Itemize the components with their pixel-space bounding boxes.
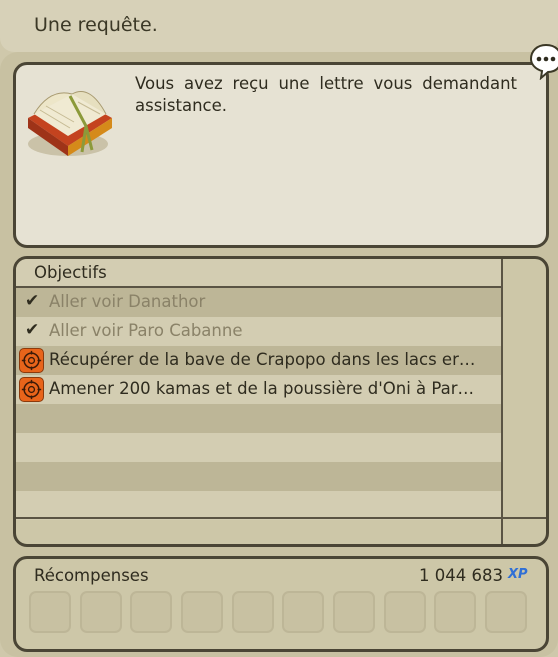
compass-quest-icon — [19, 377, 44, 402]
objective-row[interactable]: ✔ Aller voir Danathor — [16, 288, 501, 317]
objective-row-empty — [16, 491, 501, 520]
xp-icon: XP — [508, 567, 528, 582]
xp-reward-value: 1 044 683 — [419, 566, 503, 585]
reward-slot[interactable] — [181, 591, 223, 633]
compass-quest-icon — [19, 348, 44, 373]
reward-slot[interactable] — [333, 591, 375, 633]
objective-label: Amener 200 kamas et de la poussière d'On… — [49, 379, 474, 398]
reward-slot[interactable] — [80, 591, 122, 633]
book-icon — [28, 91, 112, 156]
reward-slot[interactable] — [384, 591, 426, 633]
speech-bubble-icon[interactable] — [529, 42, 558, 80]
check-icon: ✔ — [25, 291, 40, 311]
reward-slot[interactable] — [434, 591, 476, 633]
reward-slot[interactable] — [130, 591, 172, 633]
objective-row-empty — [16, 404, 501, 433]
objective-label: Aller voir Danathor — [49, 292, 206, 311]
reward-slot[interactable] — [282, 591, 324, 633]
objectives-header: Objectifs — [16, 259, 501, 288]
reward-slot[interactable] — [485, 591, 527, 633]
scrollbar-track[interactable] — [501, 259, 503, 544]
quest-title: Une requête. — [34, 14, 158, 36]
objective-row[interactable]: ✔ Aller voir Paro Cabanne — [16, 317, 501, 346]
objective-row-empty — [16, 462, 501, 491]
objective-row[interactable]: Amener 200 kamas et de la poussière d'On… — [16, 375, 501, 404]
check-icon: ✔ — [25, 320, 40, 340]
reward-slot[interactable] — [29, 591, 71, 633]
quest-header: Une requête. — [0, 0, 558, 52]
objectives-title: Objectifs — [34, 263, 107, 282]
quest-description: Vous avez reçu une lettre vous demandant… — [135, 74, 517, 115]
reward-slot[interactable] — [232, 591, 274, 633]
objective-row-empty — [16, 433, 501, 462]
objective-row[interactable]: Récupérer de la bave de Crapopo dans les… — [16, 346, 501, 375]
objectives-box: Objectifs ✔ Aller voir Danathor ✔ Aller … — [13, 256, 549, 547]
objective-label: Récupérer de la bave de Crapopo dans les… — [49, 350, 476, 369]
objectives-footer-divider — [16, 517, 546, 519]
rewards-title: Récompenses — [34, 566, 149, 585]
objective-label: Aller voir Paro Cabanne — [49, 321, 243, 340]
